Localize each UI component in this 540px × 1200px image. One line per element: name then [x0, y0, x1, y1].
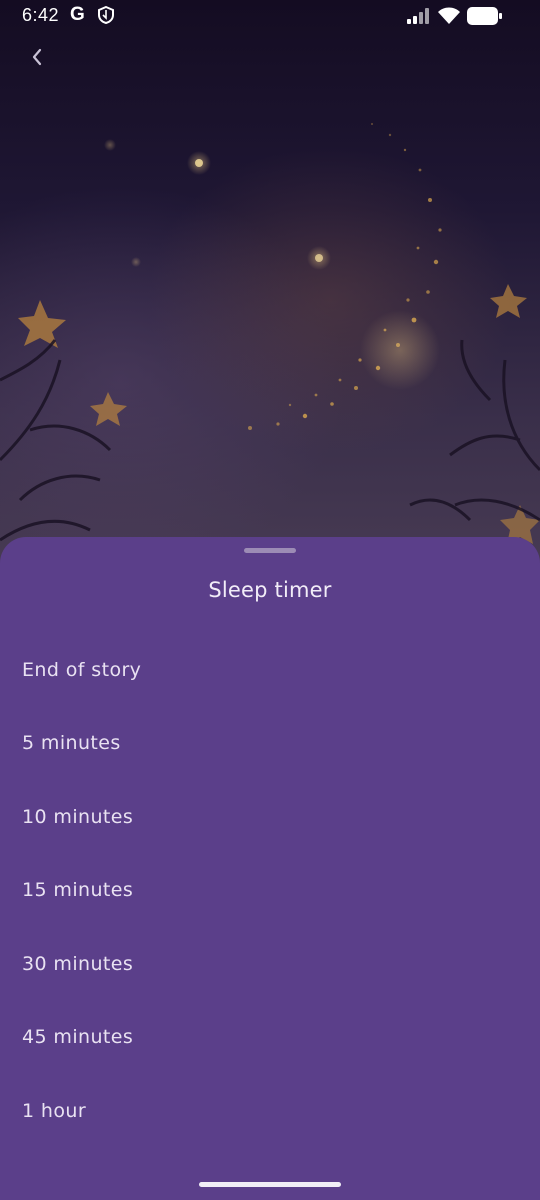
timer-option-5-minutes[interactable]: 5 minutes	[0, 707, 540, 781]
timer-option-10-minutes[interactable]: 10 minutes	[0, 780, 540, 854]
home-indicator[interactable]	[199, 1182, 341, 1187]
timer-option-1-hour[interactable]: 1 hour	[0, 1074, 540, 1148]
option-label: 45 minutes	[22, 1026, 134, 1049]
sheet-title: Sleep timer	[208, 578, 332, 602]
night-sky-illustration	[0, 123, 540, 544]
option-label: 30 minutes	[22, 952, 134, 975]
option-label: 10 minutes	[22, 805, 134, 828]
signal-icon	[407, 8, 431, 29]
timer-option-list: End of story 5 minutes 10 minutes 15 min…	[0, 633, 540, 1148]
option-label: 15 minutes	[22, 879, 134, 902]
battery-icon	[467, 7, 503, 30]
option-label: End of story	[22, 658, 142, 681]
shield-icon	[98, 5, 114, 29]
chevron-left-icon	[32, 48, 42, 66]
wifi-icon	[437, 6, 461, 31]
option-label: 1 hour	[22, 1099, 87, 1122]
back-button[interactable]	[22, 42, 52, 72]
timer-option-15-minutes[interactable]: 15 minutes	[0, 854, 540, 928]
screen: 6:42 G Sleep timer End of story 5 minute…	[0, 0, 540, 1200]
timer-option-30-minutes[interactable]: 30 minutes	[0, 927, 540, 1001]
google-icon: G	[70, 4, 85, 25]
status-time: 6:42	[22, 5, 60, 25]
sleep-timer-sheet: Sleep timer End of story 5 minutes 10 mi…	[0, 537, 540, 1200]
status-bar: 6:42 G	[0, 0, 540, 32]
option-label: 5 minutes	[22, 732, 121, 755]
drag-handle[interactable]	[244, 548, 296, 553]
background-artwork	[0, 0, 540, 600]
timer-option-45-minutes[interactable]: 45 minutes	[0, 1001, 540, 1075]
timer-option-end-of-story[interactable]: End of story	[0, 633, 540, 707]
